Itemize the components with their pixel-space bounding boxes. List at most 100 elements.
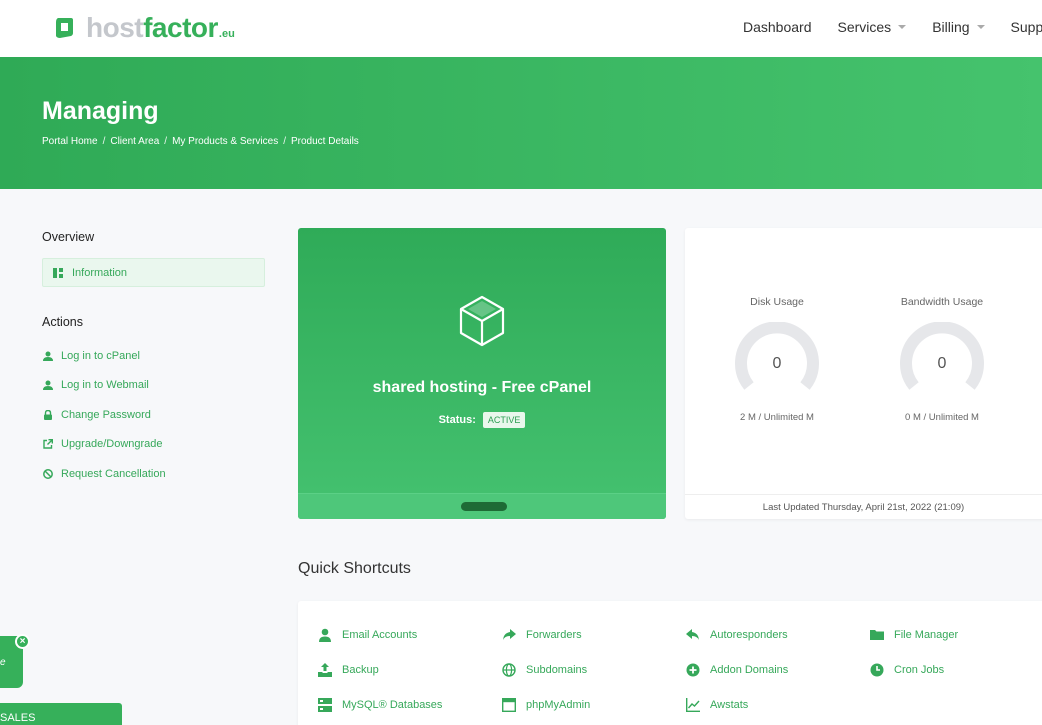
database-icon (318, 698, 332, 712)
reply-icon (686, 629, 699, 640)
main-nav: Dashboard Services Billing Support (743, 19, 1042, 35)
chevron-down-icon (976, 25, 985, 29)
breadcrumb-separator: / (164, 136, 168, 147)
action-change-password[interactable]: Change Password (43, 409, 151, 421)
product-name: shared hosting - Free cPanel (372, 379, 592, 396)
nav-services[interactable]: Services (838, 19, 907, 35)
action-label: Change Password (61, 409, 151, 421)
breadcrumb: Portal Home / Client Area / My Products & … (42, 136, 359, 147)
product-status: Status: ACTIVE (298, 412, 666, 428)
shortcut-label: Subdomains (526, 664, 588, 676)
nav-label: Services (837, 19, 892, 35)
status-label: Status: (438, 414, 476, 426)
page-header-banner: Managing Portal Home / Client Area / My Pr… (0, 57, 1042, 189)
nav-label: Billing (932, 19, 970, 35)
action-login-cpanel[interactable]: Log in to cPanel (43, 350, 140, 362)
action-label: Log in to cPanel (61, 350, 140, 362)
action-upgrade-downgrade[interactable]: Upgrade/Downgrade (43, 438, 163, 450)
globe-icon (502, 663, 516, 677)
disk-usage-value: 0 (772, 355, 782, 372)
nav-label: Support (1010, 19, 1042, 35)
shortcut-phpmyadmin[interactable]: phpMyAdmin (502, 698, 590, 712)
product-card: shared hosting - Free cPanel Status: ACT… (298, 228, 666, 519)
quick-shortcuts-panel: Email Accounts Forwarders Autoresponders… (298, 601, 1042, 725)
action-label: Log in to Webmail (61, 379, 149, 391)
product-domain-bar (298, 493, 666, 519)
logo-factor: factor (143, 12, 218, 43)
shortcut-forwarders[interactable]: Forwarders (502, 628, 582, 642)
folder-icon (870, 630, 884, 640)
disk-usage-title: Disk Usage (750, 296, 804, 308)
shortcut-label: phpMyAdmin (526, 699, 591, 711)
breadcrumb-products[interactable]: My Products & Services (172, 136, 278, 147)
shortcut-label: Addon Domains (710, 664, 789, 676)
chevron-down-icon (898, 25, 907, 29)
user-icon (43, 351, 53, 361)
share-icon (503, 629, 516, 640)
window-icon (502, 698, 516, 712)
redacted-domain (461, 502, 507, 511)
logo-tld: .eu (218, 28, 235, 40)
usage-card: Disk Usage 0 2 M / Unlimited M Bandwidth… (685, 228, 1042, 519)
line-chart-icon (686, 698, 700, 712)
disk-usage-detail: 2 M / Unlimited M (740, 412, 814, 423)
shortcut-backup[interactable]: Backup (318, 663, 379, 677)
action-label: Request Cancellation (61, 468, 166, 480)
sidebar-item-label: Information (72, 266, 128, 279)
bandwidth-usage-value: 0 (937, 355, 947, 372)
upload-icon (318, 663, 332, 677)
shortcut-cron-jobs[interactable]: Cron Jobs (870, 663, 944, 677)
page-title: Managing (42, 97, 159, 125)
shortcut-addon-domains[interactable]: Addon Domains (686, 663, 788, 677)
sidebar-overview-title: Overview (42, 230, 95, 244)
sidebar-actions-title: Actions (42, 315, 83, 329)
external-link-icon (43, 439, 53, 449)
top-navbar: hostfactor .eu Dashboard Services Billin… (0, 0, 1042, 57)
shortcut-autoresponders[interactable]: Autoresponders (686, 628, 788, 642)
shortcut-label: MySQL® Databases (342, 699, 443, 711)
plus-circle-icon (686, 663, 700, 677)
shortcut-file-manager[interactable]: File Manager (870, 628, 958, 642)
action-label: Upgrade/Downgrade (61, 438, 163, 450)
ban-icon (43, 469, 53, 479)
action-login-webmail[interactable]: Log in to Webmail (43, 379, 149, 391)
chat-widget-text: e (0, 656, 6, 668)
user-icon (43, 380, 53, 390)
action-request-cancellation[interactable]: Request Cancellation (43, 468, 166, 480)
logo-wordmark: hostfactor (86, 14, 218, 42)
lock-icon (44, 410, 52, 420)
quick-shortcuts-title: Quick Shortcuts (298, 560, 411, 577)
logo-host: host (86, 12, 144, 43)
nav-dashboard[interactable]: Dashboard (743, 19, 812, 35)
breadcrumb-current: Product Details (291, 136, 359, 147)
sidebar-item-information[interactable]: Information (42, 258, 265, 287)
sales-tab-label: SALES (0, 712, 36, 724)
nav-support[interactable]: Support (1011, 19, 1042, 35)
shortcut-mysql-databases[interactable]: MySQL® Databases (318, 698, 442, 712)
last-updated: Last Updated Thursday, April 21st, 2022 … (685, 494, 1042, 519)
bandwidth-usage-title: Bandwidth Usage (900, 296, 984, 308)
shortcut-email-accounts[interactable]: Email Accounts (318, 628, 417, 642)
shortcut-label: Awstats (710, 699, 749, 711)
sales-chat-tab[interactable]: SALES (0, 703, 122, 725)
shortcut-subdomains[interactable]: Subdomains (502, 663, 587, 677)
nav-billing[interactable]: Billing (932, 19, 985, 35)
nav-label: Dashboard (743, 19, 812, 35)
close-icon[interactable]: × (15, 634, 30, 649)
shortcut-label: Email Accounts (342, 629, 418, 641)
cube-icon (459, 295, 505, 347)
logo-icon (56, 18, 73, 38)
brand-logo[interactable]: hostfactor .eu (54, 14, 235, 42)
breadcrumb-separator: / (102, 136, 106, 147)
breadcrumb-portal-home[interactable]: Portal Home (42, 136, 98, 147)
breadcrumb-separator: / (283, 136, 286, 147)
clock-icon (870, 663, 884, 677)
shortcut-label: Cron Jobs (894, 664, 945, 676)
dashboard-icon (53, 267, 63, 278)
shortcut-label: Autoresponders (710, 629, 788, 641)
breadcrumb-client-area[interactable]: Client Area (110, 136, 159, 147)
shortcut-label: File Manager (894, 629, 959, 641)
shortcut-label: Backup (342, 664, 379, 676)
shortcut-awstats[interactable]: Awstats (686, 698, 748, 712)
bandwidth-usage-detail: 0 M / Unlimited M (905, 412, 979, 423)
